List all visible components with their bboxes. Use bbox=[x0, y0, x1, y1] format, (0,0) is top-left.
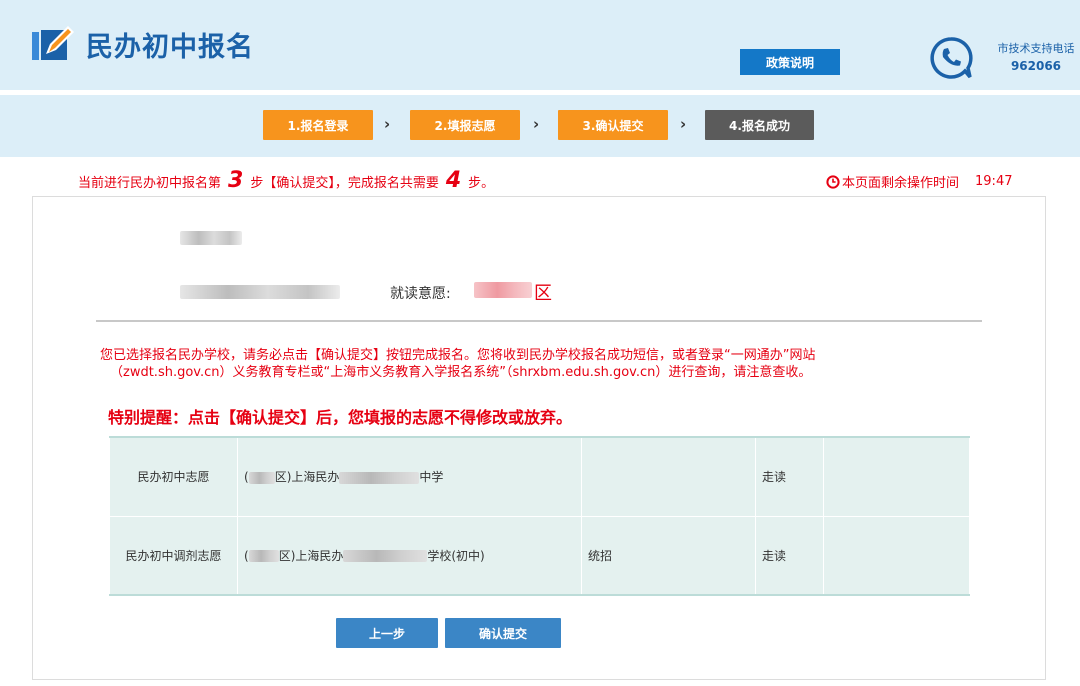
submission-notice: 您已选择报名民办学校，请务必点击【确认提交】按钮完成报名。您将收到民办学校报名成… bbox=[100, 347, 980, 381]
confirm-submit-button[interactable]: 确认提交 bbox=[445, 618, 561, 648]
app-title: 民办初中报名 bbox=[86, 31, 254, 63]
timer-label: 本页面剩余操作时间 bbox=[842, 176, 960, 191]
section-divider bbox=[96, 320, 982, 322]
enroll-type-cell: 统招 bbox=[581, 515, 756, 596]
row-label: 民办初中调剂志愿 bbox=[109, 515, 238, 596]
table-row: 民办初中调剂志愿 (区)上海民办 学校(初中) 统招 走读 bbox=[109, 515, 970, 596]
notice-line-2: （zwdt.sh.gov.cn）义务教育专栏或“上海市义务教育入学报名系统”（s… bbox=[110, 365, 812, 380]
redacted-district bbox=[474, 282, 532, 298]
redacted-district bbox=[248, 550, 279, 563]
total-steps-number: 4 bbox=[445, 168, 462, 193]
chevron-right-icon: › bbox=[384, 115, 391, 133]
policy-button[interactable]: 政策说明 bbox=[740, 49, 840, 75]
phone-chat-icon bbox=[929, 36, 973, 80]
countdown-timer: 本页面剩余操作时间 19:47 bbox=[826, 172, 1012, 191]
boarding-mode-cell: 走读 bbox=[755, 515, 824, 596]
status-prefix: 当前进行民办初中报名第 bbox=[78, 176, 222, 191]
support-number: 962066 bbox=[1010, 59, 1062, 73]
preferences-table: 民办初中志愿 (区)上海民办 中学 走读 民办初中调剂志愿 (区)上海民办 学校(初… bbox=[109, 436, 970, 596]
clock-icon bbox=[826, 174, 840, 189]
extra-cell bbox=[823, 515, 970, 596]
pencil-notebook-icon bbox=[30, 24, 78, 64]
support-contact: 市技术支持电话 962066 bbox=[992, 40, 1080, 73]
chevron-right-icon: › bbox=[533, 115, 540, 133]
school-cell: (区)上海民办 中学 bbox=[237, 436, 582, 517]
special-warning: 特别提醒：点击【确认提交】后，您填报的志愿不得修改或放弃。 bbox=[108, 408, 573, 427]
notice-line-1: 您已选择报名民办学校，请务必点击【确认提交】按钮完成报名。您将收到民办学校报名成… bbox=[100, 348, 816, 363]
redacted-school bbox=[339, 471, 420, 484]
support-label: 市技术支持电话 bbox=[997, 42, 1075, 55]
extra-cell bbox=[823, 436, 970, 517]
table-row: 民办初中志愿 (区)上海民办 中学 走读 bbox=[109, 436, 970, 517]
enroll-type-cell bbox=[581, 436, 756, 517]
redacted-id bbox=[180, 285, 340, 299]
boarding-mode-cell: 走读 bbox=[755, 436, 824, 517]
step-1: 1.报名登录 bbox=[263, 110, 373, 140]
preference-district-suffix: 区 bbox=[534, 283, 552, 304]
step-2: 2.填报志愿 bbox=[410, 110, 520, 140]
redacted-name bbox=[180, 231, 242, 245]
redacted-school bbox=[343, 550, 428, 563]
step-status: 当前进行民办初中报名第 3 步【确认提交】，完成报名共需要 4 步。 bbox=[78, 168, 494, 193]
back-button[interactable]: 上一步 bbox=[336, 618, 438, 648]
status-suffix: 步。 bbox=[468, 176, 495, 191]
page-header: 民办初中报名 政策说明 市技术支持电话 962066 bbox=[0, 0, 1080, 90]
school-cell: (区)上海民办 学校(初中) bbox=[237, 515, 582, 596]
logo: 民办初中报名 bbox=[30, 24, 254, 64]
redacted-district bbox=[248, 471, 275, 484]
current-step-number: 3 bbox=[228, 168, 244, 193]
step-4: 4.报名成功 bbox=[705, 110, 814, 140]
row-label: 民办初中志愿 bbox=[109, 436, 238, 517]
status-middle: 步【确认提交】，完成报名共需要 bbox=[250, 176, 439, 191]
chevron-right-icon: › bbox=[680, 115, 687, 133]
preference-label: 就读意愿: bbox=[390, 286, 451, 302]
step-3: 3.确认提交 bbox=[558, 110, 668, 140]
step-progress-bar: 1.报名登录 › 2.填报志愿 › 3.确认提交 › 4.报名成功 bbox=[0, 95, 1080, 157]
timer-value: 19:47 bbox=[975, 174, 1013, 189]
